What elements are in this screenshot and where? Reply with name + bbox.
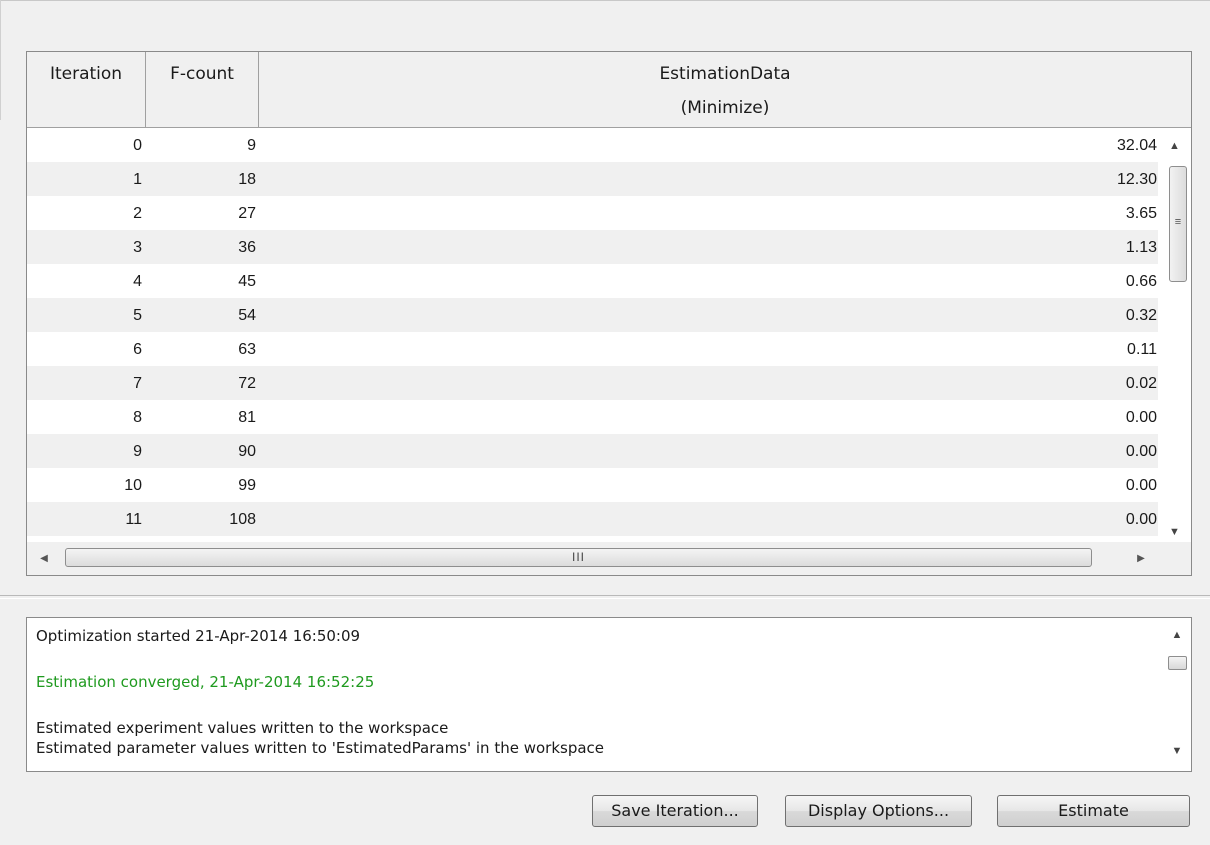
cell-estimation-value: 0.32 <box>1125 307 1157 324</box>
table-row[interactable]: 11 108 0.00 <box>27 502 1158 536</box>
cell-fcount: 45 <box>238 273 256 290</box>
table-vertical-scroll-thumb[interactable]: ≡ <box>1169 166 1187 282</box>
window-left-border <box>0 0 1 120</box>
table-vertical-scrollbar[interactable]: ▲ ≡ ▼ <box>1158 128 1191 542</box>
cell-fcount: 54 <box>238 307 256 324</box>
cell-iteration: 7 <box>133 375 142 392</box>
estimate-button[interactable]: Estimate <box>997 795 1190 827</box>
cell-iteration: 5 <box>133 307 142 324</box>
cell-iteration: 9 <box>133 443 142 460</box>
cell-iteration: 1 <box>133 171 142 188</box>
table-row[interactable]: 9 90 0.00 <box>27 434 1158 468</box>
cell-fcount: 36 <box>238 239 256 256</box>
table-row[interactable]: 1 18 12.30 <box>27 162 1158 196</box>
log-line-params: Estimated parameter values written to 'E… <box>36 739 605 757</box>
log-line-converged: Estimation converged, 21-Apr-2014 16:52:… <box>36 673 375 691</box>
scroll-down-arrow-icon[interactable]: ▼ <box>1158 522 1191 542</box>
cell-iteration: 4 <box>133 273 142 290</box>
log-vertical-scrollbar[interactable]: ▲ ▼ <box>1163 618 1191 771</box>
table-header: Iteration F-count EstimationData (Minimi… <box>27 52 1191 128</box>
table-row[interactable]: 8 81 0.00 <box>27 400 1158 434</box>
column-header-fcount[interactable]: F-count <box>146 52 259 127</box>
table-body: 0 9 32.04 1 18 12.30 2 27 3.65 3 36 1.13 4 45 0.66… <box>27 128 1158 542</box>
cell-iteration: 2 <box>133 205 142 222</box>
table-row[interactable]: 10 99 0.00 <box>27 468 1158 502</box>
log-line-start: Optimization started 21-Apr-2014 16:50:0… <box>36 627 361 645</box>
cell-fcount: 72 <box>238 375 256 392</box>
cell-fcount: 108 <box>229 511 256 528</box>
scroll-right-arrow-icon[interactable]: ▶ <box>1124 542 1158 575</box>
cell-iteration: 8 <box>133 409 142 426</box>
status-log[interactable]: Optimization started 21-Apr-2014 16:50:0… <box>26 617 1192 772</box>
grip-lines-icon: ≡ <box>1174 216 1182 228</box>
cell-estimation-value: 0.00 <box>1125 409 1157 426</box>
cell-estimation-value: 0.00 <box>1125 443 1157 460</box>
column-header-iteration[interactable]: Iteration <box>27 52 146 127</box>
cell-estimation-value: 0.02 <box>1125 375 1157 392</box>
cell-iteration: 3 <box>133 239 142 256</box>
cell-fcount: 81 <box>238 409 256 426</box>
cell-estimation-value: 12.30 <box>1116 171 1157 188</box>
cell-iteration: 0 <box>133 137 142 154</box>
display-options-button[interactable]: Display Options... <box>785 795 972 827</box>
cell-estimation-value: 0.00 <box>1125 477 1157 494</box>
cell-estimation-value: 32.04 <box>1116 137 1157 154</box>
scroll-left-arrow-icon[interactable]: ◀ <box>27 542 61 575</box>
status-log-text: Optimization started 21-Apr-2014 16:50:0… <box>36 626 1146 758</box>
column-header-estimationdata[interactable]: EstimationData (Minimize) <box>259 52 1191 127</box>
cell-iteration: 11 <box>125 511 142 528</box>
iteration-table: Iteration F-count EstimationData (Minimi… <box>26 51 1192 576</box>
log-vertical-scroll-thumb[interactable] <box>1168 656 1187 670</box>
scroll-up-arrow-icon[interactable]: ▲ <box>1163 626 1191 644</box>
cell-estimation-value: 0.00 <box>1125 511 1157 528</box>
table-row[interactable]: 7 72 0.02 <box>27 366 1158 400</box>
column-header-iteration-label: Iteration <box>49 64 123 84</box>
table-row[interactable]: 0 9 32.04 <box>27 128 1158 162</box>
table-horizontal-scrollbar[interactable]: ◀ III ▶ <box>27 542 1158 575</box>
cell-iteration: 6 <box>133 341 142 358</box>
table-horizontal-scroll-thumb[interactable]: III <box>65 548 1092 567</box>
log-line-experiment: Estimated experiment values written to t… <box>36 719 449 737</box>
scroll-down-arrow-icon[interactable]: ▼ <box>1163 742 1191 760</box>
cell-fcount: 63 <box>238 341 256 358</box>
table-row[interactable]: 6 63 0.11 <box>27 332 1158 366</box>
cell-fcount: 99 <box>238 477 256 494</box>
cell-estimation-value: 1.13 <box>1125 239 1157 256</box>
window-top-border <box>0 0 1210 1</box>
cell-fcount: 18 <box>238 171 256 188</box>
column-header-estimationdata-sublabel: (Minimize) <box>680 98 770 118</box>
cell-estimation-value: 0.66 <box>1125 273 1157 290</box>
scrollbar-corner <box>1158 542 1191 575</box>
cell-estimation-value: 3.65 <box>1125 205 1157 222</box>
cell-fcount: 27 <box>238 205 256 222</box>
cell-fcount: 9 <box>247 137 256 154</box>
table-row[interactable]: 5 54 0.32 <box>27 298 1158 332</box>
cell-iteration: 10 <box>124 477 142 494</box>
column-header-estimationdata-label: EstimationData <box>659 64 791 84</box>
table-row[interactable]: 3 36 1.13 <box>27 230 1158 264</box>
table-row[interactable]: 2 27 3.65 <box>27 196 1158 230</box>
column-header-fcount-label: F-count <box>170 64 234 84</box>
grip-lines-icon: III <box>571 550 585 564</box>
cell-estimation-value: 0.11 <box>1127 341 1157 358</box>
save-iteration-button[interactable]: Save Iteration... <box>592 795 758 827</box>
table-row[interactable]: 4 45 0.66 <box>27 264 1158 298</box>
scroll-up-arrow-icon[interactable]: ▲ <box>1158 136 1191 156</box>
cell-fcount: 90 <box>238 443 256 460</box>
panel-divider[interactable] <box>0 595 1210 599</box>
